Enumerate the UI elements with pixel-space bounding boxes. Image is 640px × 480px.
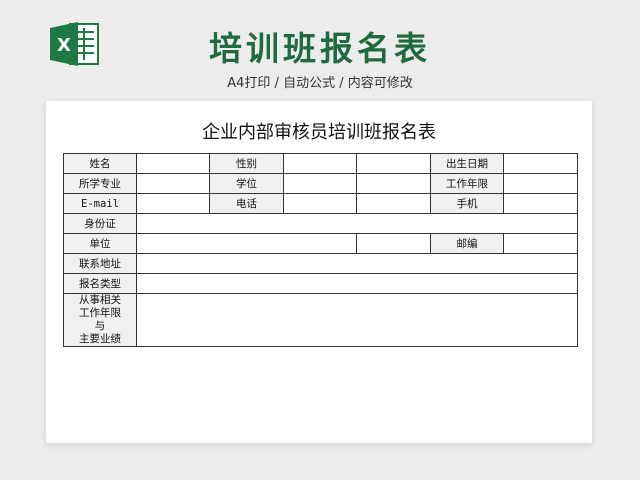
header: X 培训班报名表 A4打印 / 自动公式 / 内容可修改 bbox=[0, 0, 640, 100]
table-row: 单位 邮编 bbox=[63, 233, 578, 254]
work-years-field[interactable] bbox=[503, 173, 578, 194]
label-phone: 电话 bbox=[209, 193, 284, 214]
phone-field[interactable] bbox=[283, 193, 357, 214]
label-id-card: 身份证 bbox=[63, 213, 137, 234]
unit-field[interactable] bbox=[136, 233, 357, 254]
page-title: 培训班报名表 bbox=[209, 29, 431, 68]
label-degree: 学位 bbox=[209, 173, 284, 194]
label-name: 姓名 bbox=[63, 153, 137, 174]
email-field[interactable] bbox=[136, 193, 210, 214]
experience-label-line: 与 bbox=[94, 320, 106, 332]
label-postcode: 邮编 bbox=[430, 233, 504, 254]
gender-field[interactable] bbox=[283, 153, 357, 174]
enroll-type-field[interactable] bbox=[136, 273, 578, 294]
table-row: 从事相关 工作年限 与 主要业绩 bbox=[63, 293, 578, 347]
label-work-years: 工作年限 bbox=[430, 173, 504, 194]
label-email: E-mail bbox=[63, 193, 137, 214]
major-field[interactable] bbox=[136, 173, 210, 194]
page-subtitle: A4打印 / 自动公式 / 内容可修改 bbox=[227, 76, 413, 91]
table-row: E-mail 电话 手机 bbox=[63, 193, 578, 214]
postcode-field[interactable] bbox=[503, 233, 578, 254]
label-mobile: 手机 bbox=[430, 193, 504, 214]
table-row: 姓名 性别 出生日期 bbox=[63, 153, 578, 174]
form-sheet: 企业内部审核员培训班报名表 姓名 性别 出生日期 所学专业 学位 工作年限 E-… bbox=[46, 101, 592, 443]
birthdate-field[interactable] bbox=[503, 153, 578, 174]
empty-cell[interactable] bbox=[356, 193, 431, 214]
experience-label-line: 主要业绩 bbox=[79, 333, 121, 345]
label-birthdate: 出生日期 bbox=[430, 153, 504, 174]
label-major: 所学专业 bbox=[63, 173, 137, 194]
empty-cell[interactable] bbox=[356, 233, 431, 254]
id-card-field[interactable] bbox=[136, 213, 578, 234]
table-row: 身份证 bbox=[63, 213, 578, 234]
experience-field[interactable] bbox=[136, 293, 578, 347]
experience-label-line: 从事相关 bbox=[79, 294, 121, 306]
table-row: 报名类型 bbox=[63, 273, 578, 294]
label-unit: 单位 bbox=[63, 233, 137, 254]
label-address: 联系地址 bbox=[63, 253, 137, 274]
mobile-field[interactable] bbox=[503, 193, 578, 214]
label-gender: 性别 bbox=[209, 153, 284, 174]
label-experience: 从事相关 工作年限 与 主要业绩 bbox=[63, 293, 137, 347]
degree-field[interactable] bbox=[283, 173, 357, 194]
form-title: 企业内部审核员培训班报名表 bbox=[202, 122, 436, 143]
empty-cell[interactable] bbox=[356, 153, 431, 174]
table-row: 所学专业 学位 工作年限 bbox=[63, 173, 578, 194]
table-row: 联系地址 bbox=[63, 253, 578, 274]
empty-cell[interactable] bbox=[356, 173, 431, 194]
address-field[interactable] bbox=[136, 253, 578, 274]
label-enroll-type: 报名类型 bbox=[63, 273, 137, 294]
registration-form-table: 姓名 性别 出生日期 所学专业 学位 工作年限 E-mail 电话 手机 身份证… bbox=[63, 153, 578, 347]
experience-label-line: 工作年限 bbox=[79, 307, 121, 319]
name-field[interactable] bbox=[136, 153, 210, 174]
